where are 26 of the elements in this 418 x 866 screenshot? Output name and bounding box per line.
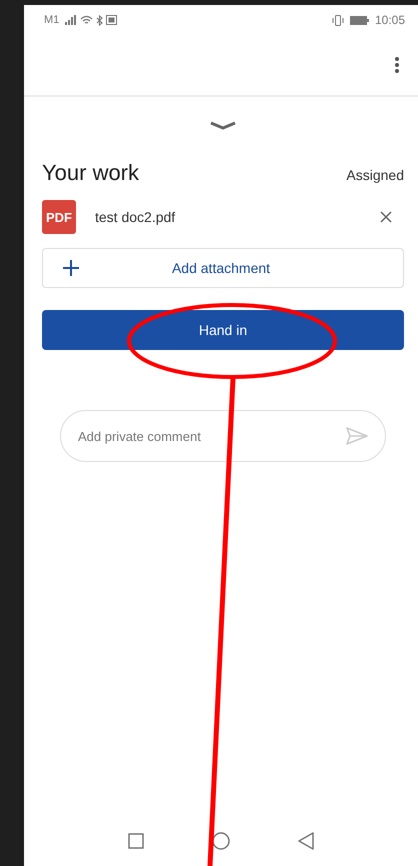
file-name: test doc2.pdf <box>95 209 176 225</box>
comment-field[interactable]: Add private comment <box>60 410 386 462</box>
image-icon <box>106 15 118 25</box>
section-title: Your work <box>42 160 140 186</box>
triangle-icon <box>298 832 314 850</box>
home-button[interactable] <box>212 832 230 850</box>
carrier-label: M1 <box>44 14 60 26</box>
wifi-icon <box>80 15 94 25</box>
recent-apps-button[interactable] <box>128 833 144 849</box>
circle-icon <box>212 832 230 850</box>
status-label: Assigned <box>346 167 404 183</box>
file-type-badge: PDF <box>42 200 76 234</box>
back-button[interactable] <box>298 832 314 850</box>
close-icon <box>380 211 392 223</box>
signal-icon <box>65 15 78 25</box>
hand-in-button[interactable]: Hand in <box>42 310 404 350</box>
clock-time: 10:05 <box>374 13 405 27</box>
bluetooth-icon <box>96 14 104 26</box>
battery-icon <box>350 16 369 24</box>
send-icon <box>346 427 368 445</box>
collapse-chevron-icon <box>209 121 237 130</box>
more-icon <box>395 57 399 73</box>
add-attachment-button[interactable]: Add attachment <box>42 248 404 288</box>
square-icon <box>128 833 144 849</box>
plus-icon <box>63 260 79 276</box>
vibrate-icon <box>332 14 344 26</box>
